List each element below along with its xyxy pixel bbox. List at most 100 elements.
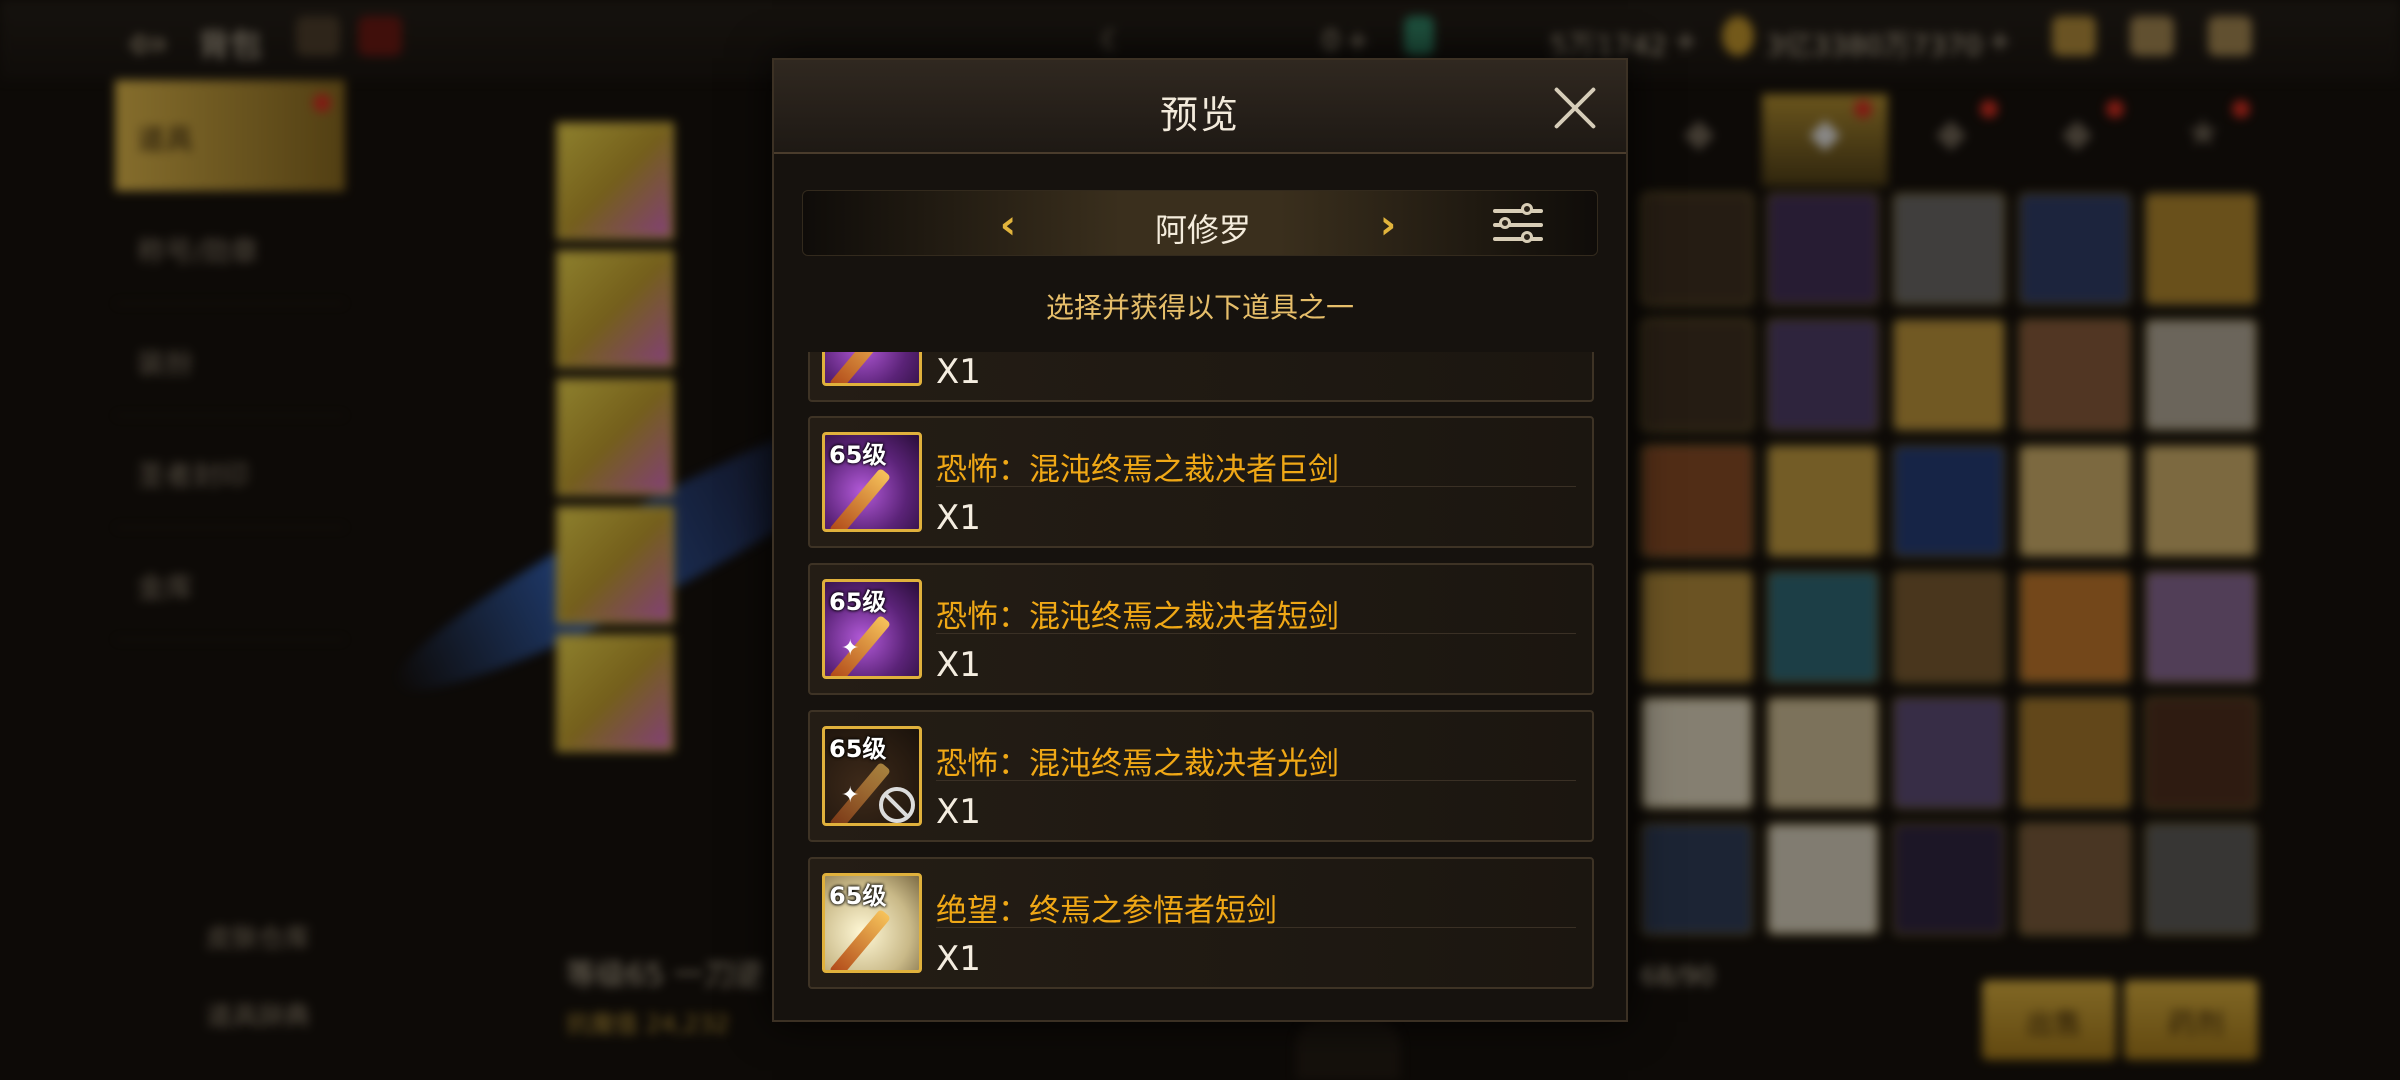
moon-icon: ☾	[1100, 24, 1126, 57]
inventory-slot[interactable]	[1640, 444, 1754, 558]
item-level-badge: 65级	[829, 441, 887, 469]
skin-storage-button[interactable]: 皮肤仓库	[206, 918, 310, 955]
inventory-slot[interactable]	[1766, 444, 1880, 558]
inventory-slot[interactable]	[1766, 822, 1880, 936]
reward-option-list: X1 65级 恐怖：混沌终焉之裁决者巨剑 X1 ✦ 65级 恐怖：混沌终焉之裁决…	[808, 352, 1594, 1002]
inventory-slot[interactable]	[2018, 570, 2132, 684]
reward-card[interactable]	[556, 378, 674, 496]
list-item[interactable]: 65级 恐怖：混沌终焉之裁决者巨剑 X1	[808, 416, 1594, 548]
sidebar-item-label: 装扮	[137, 347, 194, 380]
inventory-slot[interactable]	[1766, 192, 1880, 306]
inventory-slot[interactable]	[1892, 318, 2006, 432]
sidebar-item-label: 道具	[137, 123, 194, 156]
gold-count: 3亿3380万7370	[1766, 29, 1983, 62]
filter-settings-icon[interactable]	[1491, 203, 1545, 247]
dialog-title: 预览	[1159, 93, 1240, 137]
sidebar-item-titles[interactable]: 称号/勋章	[115, 192, 345, 304]
inventory-slot[interactable]	[1640, 318, 1754, 432]
inventory-slot[interactable]	[2018, 696, 2132, 810]
sidebar-item-seal[interactable]: 圣者封印	[115, 416, 345, 528]
reward-card-column	[556, 122, 674, 762]
inventory-slot[interactable]	[1640, 570, 1754, 684]
reward-card[interactable]	[556, 506, 674, 624]
tab-materials[interactable]: ◆	[1888, 94, 2014, 186]
item-name: 绝望：终焉之参悟者短剑	[936, 893, 1277, 929]
add-gold-icon[interactable]: +	[1988, 24, 2011, 57]
inventory-slot[interactable]	[1892, 822, 2006, 936]
tab-quest[interactable]: ◆	[2014, 94, 2140, 186]
item-name: 恐怖：混沌终焉之裁决者光剑	[936, 746, 1339, 782]
item-name: 恐怖：混沌终焉之裁决者巨剑	[936, 452, 1339, 488]
sidebar-item-label: 称号/勋章	[137, 235, 259, 268]
inventory-slot[interactable]	[2144, 444, 2258, 558]
chevron-left-icon[interactable]: ‹	[991, 203, 1025, 247]
preview-dialog: 预览 ‹ 阿修罗 › 选择并获得以下道具之一 X1 65级 恐怖：混沌终焉之裁决…	[772, 58, 1628, 1022]
reward-card[interactable]	[556, 634, 674, 752]
item-level-badge: 65级	[829, 588, 887, 616]
list-item[interactable]: 65级 绝望：终焉之参悟者短剑 X1	[808, 857, 1594, 989]
sidebar-item-items[interactable]: 道具	[115, 80, 345, 192]
list-item[interactable]: X1	[808, 352, 1594, 402]
inventory-slot[interactable]	[2144, 570, 2258, 684]
inventory-slot[interactable]	[2018, 444, 2132, 558]
inventory-slot[interactable]	[1766, 318, 1880, 432]
inventory-slot[interactable]	[2018, 318, 2132, 432]
equipment-icon[interactable]	[296, 16, 340, 56]
selected-item-name: 等级65 一刀逆	[566, 958, 764, 993]
inventory-slot[interactable]	[1640, 822, 1754, 936]
item-quantity: X1	[936, 645, 981, 685]
weapon-item-icon	[822, 352, 922, 386]
dialog-header: 预览	[774, 60, 1626, 154]
lightsword-item-icon: ✦ 65级	[822, 726, 922, 826]
add-silver-icon[interactable]: +	[1674, 24, 1697, 57]
item-dictionary-button[interactable]: 道具辞典	[206, 996, 310, 1033]
item-quantity: X1	[936, 498, 981, 538]
inventory-grid	[1640, 192, 2258, 936]
inventory-slot[interactable]	[2144, 318, 2258, 432]
gold-coin-icon	[1722, 16, 1754, 56]
list-item[interactable]: ✦ 65级 恐怖：混沌终焉之裁决者光剑 X1	[808, 710, 1594, 842]
inventory-title: 背包	[198, 26, 263, 64]
sidebar-item-vault[interactable]: 金库	[115, 528, 345, 640]
sell-button[interactable]: 出售	[1982, 980, 2116, 1060]
shortsword-item-icon: 65级	[822, 873, 922, 973]
inventory-slot[interactable]	[1892, 192, 2006, 306]
inventory-slot[interactable]	[2018, 822, 2132, 936]
chevron-right-icon[interactable]: ›	[1371, 203, 1405, 247]
inventory-slot[interactable]	[1892, 696, 2006, 810]
inventory-slot[interactable]	[1766, 696, 1880, 810]
shop-icon[interactable]	[2052, 16, 2096, 56]
inventory-slot[interactable]	[2144, 192, 2258, 306]
inventory-slot[interactable]	[2144, 822, 2258, 936]
list-item[interactable]: ✦ 65级 恐怖：混沌终焉之裁决者短剑 X1	[808, 563, 1594, 695]
badge-icon[interactable]	[358, 16, 402, 56]
close-icon[interactable]	[1548, 80, 1602, 134]
sidebar-item-avatar[interactable]: 装扮	[115, 304, 345, 416]
inventory-capacity: 68/90	[1640, 962, 1715, 992]
class-selector: ‹ 阿修罗 ›	[802, 190, 1598, 256]
inventory-slot[interactable]	[1640, 696, 1754, 810]
tab-equipment[interactable]: ◆	[1636, 94, 1762, 186]
inventory-slot[interactable]	[1640, 192, 1754, 306]
item-name: 恐怖：混沌终焉之裁决者短剑	[936, 599, 1339, 635]
inventory-slot[interactable]	[2144, 696, 2258, 810]
inventory-slot[interactable]	[1892, 570, 2006, 684]
mail-icon[interactable]	[2130, 16, 2174, 56]
potion-button[interactable]: 药剂	[2124, 980, 2258, 1060]
class-name: 阿修罗	[1154, 211, 1251, 249]
inventory-slot[interactable]	[1766, 570, 1880, 684]
sidebar-item-label: 金库	[137, 571, 194, 604]
add-gem-icon[interactable]: +	[1346, 24, 1369, 57]
gem-count: 0	[1322, 24, 1340, 57]
chat-icon[interactable]	[2208, 16, 2252, 56]
selected-item-stat: 抗魔值 24,232	[566, 1010, 730, 1038]
reward-card[interactable]	[556, 122, 674, 240]
inventory-slot[interactable]	[1892, 444, 2006, 558]
back-arrow-icon[interactable]: ⇦	[128, 16, 167, 70]
reward-card[interactable]	[556, 250, 674, 368]
sidebar-item-label: 圣者封印	[137, 459, 250, 492]
tab-special[interactable]: ★	[2140, 94, 2266, 186]
inventory-slot[interactable]	[2018, 192, 2132, 306]
shortsword-item-icon: ✦ 65级	[822, 579, 922, 679]
tab-consumables[interactable]: ◆	[1762, 94, 1888, 186]
